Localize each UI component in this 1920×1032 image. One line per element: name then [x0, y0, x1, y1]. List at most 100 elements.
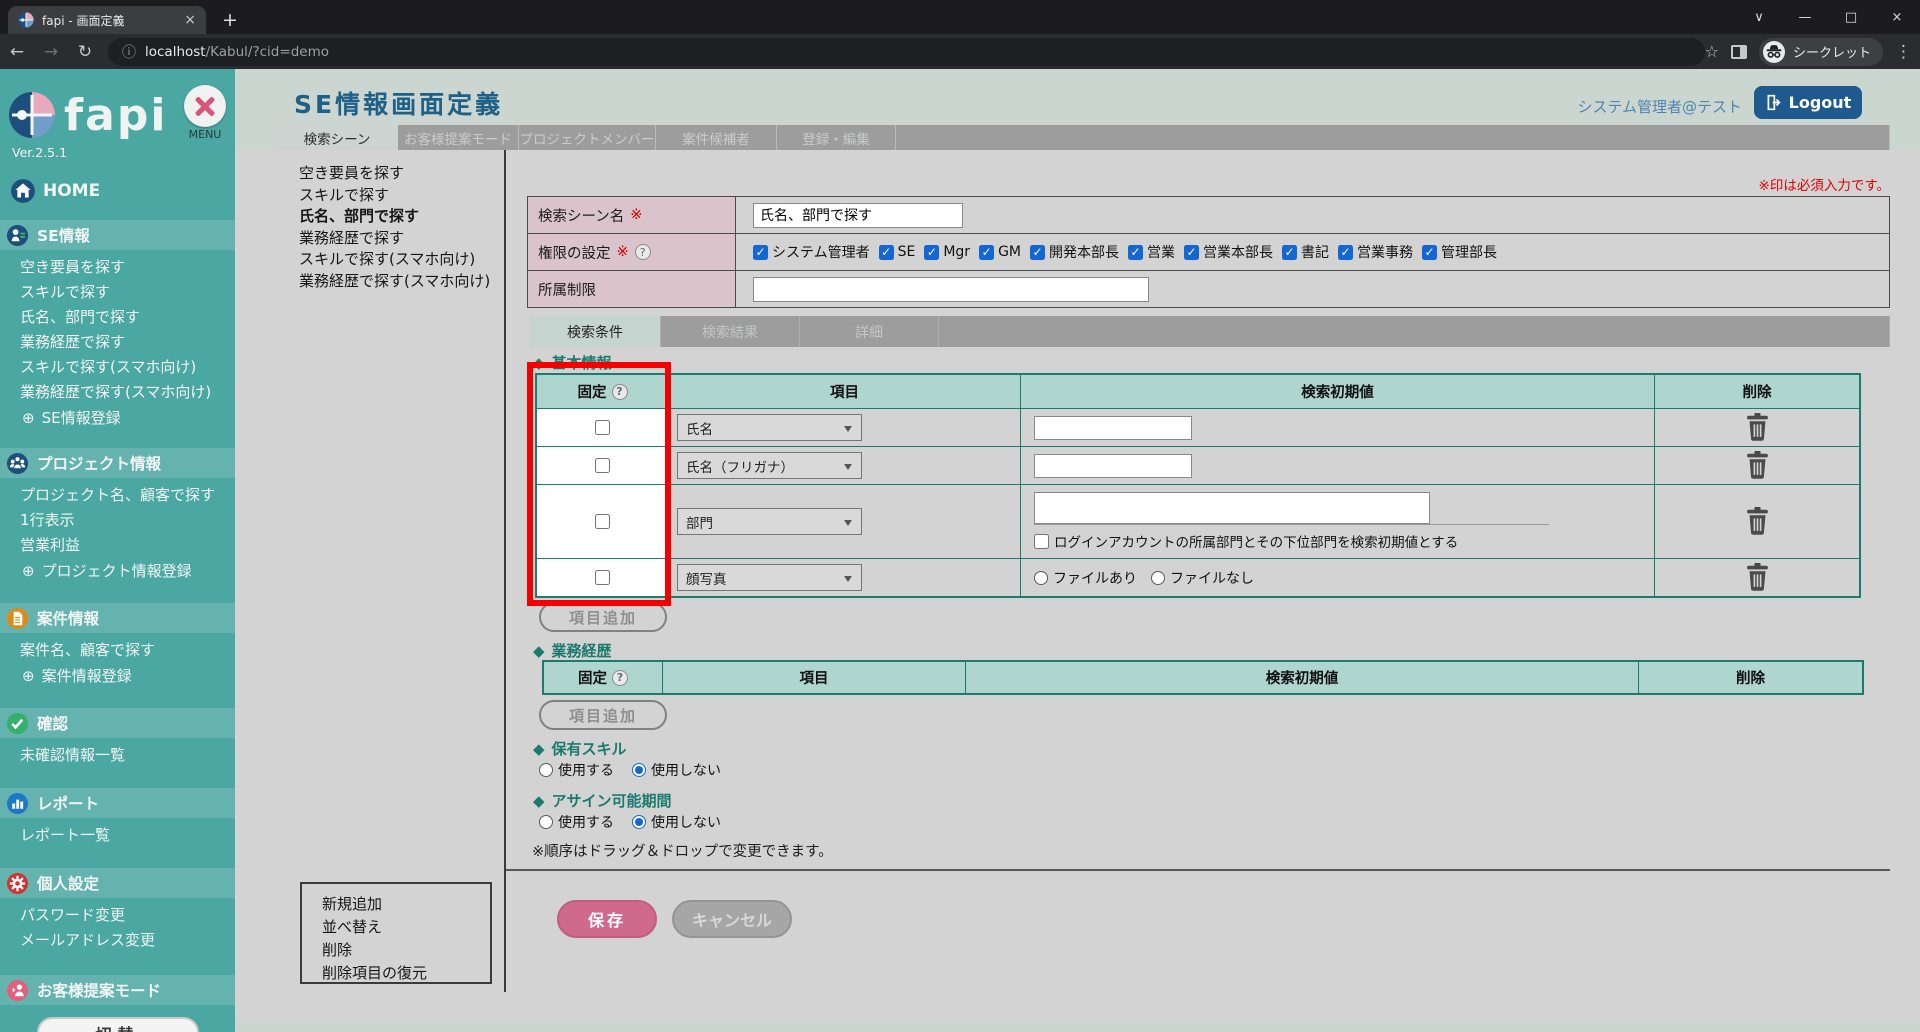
tab-case-candidate[interactable]: 案件候補者: [656, 125, 777, 150]
trash-icon[interactable]: [1745, 507, 1770, 536]
window-minimize-icon[interactable]: —: [1782, 0, 1828, 34]
fixed-checkbox[interactable]: [595, 420, 610, 435]
add-item-button-basic[interactable]: 項目追加: [539, 602, 667, 632]
sidebar-section-project-info[interactable]: プロジェクト情報: [0, 448, 235, 478]
initial-value-input[interactable]: [1034, 454, 1192, 478]
sidebar-item-one-line-view[interactable]: 1行表示: [0, 508, 235, 533]
bookmark-star-icon[interactable]: ☆: [1705, 42, 1719, 61]
sidebar-item-find-available[interactable]: 空き要員を探す: [0, 255, 235, 280]
trash-icon[interactable]: [1745, 413, 1770, 442]
scene-item[interactable]: スキルで探す(スマホ向け): [299, 249, 490, 271]
sidebar-item-find-by-career-mobile[interactable]: 業務経歴で探す(スマホ向け): [0, 380, 235, 405]
sidebar-item-find-case[interactable]: 案件名、顧客で探す: [0, 638, 235, 663]
window-menu-icon[interactable]: ∨: [1736, 0, 1782, 34]
site-info-icon[interactable]: ⓘ: [122, 42, 136, 62]
tab-customer-mode[interactable]: お客様提案モード: [398, 125, 519, 150]
scene-item-selected[interactable]: 氏名、部門で探す: [299, 206, 490, 228]
role-checkbox[interactable]: [1128, 245, 1143, 260]
tab-close-icon[interactable]: ×: [184, 12, 196, 28]
file-none-radio[interactable]: [1151, 571, 1165, 585]
sidebar-section-confirm[interactable]: 確認: [0, 708, 235, 738]
window-maximize-icon[interactable]: □: [1828, 0, 1874, 34]
help-icon[interactable]: ?: [612, 384, 628, 400]
initial-value-input[interactable]: [1034, 492, 1430, 524]
subtab-detail[interactable]: 詳細: [800, 316, 939, 347]
new-tab-button[interactable]: +: [216, 6, 244, 34]
subtab-search-condition[interactable]: 検索条件: [530, 316, 661, 347]
role-checkbox[interactable]: [1338, 245, 1353, 260]
assign-use-radio[interactable]: [539, 815, 553, 829]
sidebar-item-find-by-skill[interactable]: スキルで探す: [0, 280, 235, 305]
sidebar-item-home[interactable]: HOME: [0, 160, 235, 204]
sidebar-item-report-list[interactable]: レポート一覧: [0, 823, 235, 848]
sidebar-item-change-email[interactable]: メールアドレス変更: [0, 928, 235, 953]
file-exists-radio[interactable]: [1034, 571, 1048, 585]
fixed-checkbox[interactable]: [595, 514, 610, 529]
initial-value-input[interactable]: [1034, 416, 1192, 440]
action-delete[interactable]: 削除: [322, 939, 490, 962]
sidebar-item-project-register[interactable]: ⊕プロジェクト情報登録: [0, 558, 235, 585]
browser-menu-icon[interactable]: ⋮: [1895, 42, 1912, 62]
role-checkbox[interactable]: [979, 245, 994, 260]
help-icon[interactable]: ?: [612, 670, 628, 686]
window-close-icon[interactable]: ×: [1874, 0, 1920, 34]
sidebar-item-unconfirmed-list[interactable]: 未確認情報一覧: [0, 743, 235, 768]
tab-project-member[interactable]: プロジェクトメンバー: [519, 125, 656, 150]
add-item-button-career[interactable]: 項目追加: [539, 700, 667, 730]
sidebar-section-case-info[interactable]: 案件情報: [0, 603, 235, 633]
trash-icon[interactable]: [1745, 451, 1770, 480]
item-select[interactable]: 氏名（フリガナ）: [677, 452, 862, 479]
role-checkbox[interactable]: [1282, 245, 1297, 260]
role-checkbox[interactable]: [1422, 245, 1437, 260]
side-panel-icon[interactable]: [1731, 45, 1747, 59]
tab-register-edit[interactable]: 登録・編集: [777, 125, 896, 150]
menu-close-button[interactable]: MENU: [181, 85, 229, 141]
action-restore-deleted[interactable]: 削除項目の復元: [322, 962, 490, 985]
scene-item[interactable]: スキルで探す: [299, 185, 490, 207]
browser-tab[interactable]: fapi - 画面定義 ×: [8, 6, 206, 34]
trash-icon[interactable]: [1745, 563, 1770, 592]
save-button[interactable]: 保存: [557, 900, 657, 938]
restriction-input[interactable]: [753, 277, 1149, 302]
role-checkbox[interactable]: [1184, 245, 1199, 260]
skills-not-use-radio[interactable]: [632, 763, 646, 777]
role-checkbox[interactable]: [879, 245, 894, 260]
item-select[interactable]: 氏名: [677, 414, 862, 441]
sidebar-item-case-register[interactable]: ⊕案件情報登録: [0, 663, 235, 690]
cancel-button[interactable]: キャンセル: [672, 900, 792, 938]
role-checkbox[interactable]: [753, 245, 768, 260]
scene-item[interactable]: 業務経歴で探す(スマホ向け): [299, 271, 490, 293]
login-dept-checkbox[interactable]: [1034, 534, 1049, 549]
assign-not-use-radio[interactable]: [632, 815, 646, 829]
sidebar-item-operating-profit[interactable]: 営業利益: [0, 533, 235, 558]
help-icon[interactable]: ?: [635, 244, 651, 260]
scene-item[interactable]: 業務経歴で探す: [299, 228, 490, 250]
role-checkbox[interactable]: [1030, 245, 1045, 260]
fixed-checkbox[interactable]: [595, 458, 610, 473]
role-checkbox[interactable]: [924, 245, 939, 260]
logout-button[interactable]: Logout: [1754, 86, 1862, 119]
forward-icon[interactable]: →: [34, 42, 68, 62]
item-select[interactable]: 顔写真: [677, 564, 862, 591]
scene-item[interactable]: 空き要員を探す: [299, 163, 490, 185]
sidebar-section-customer-mode[interactable]: お客様提案モード: [0, 975, 235, 1005]
item-select[interactable]: 部門: [677, 508, 862, 535]
sidebar-section-personal[interactable]: 個人設定: [0, 868, 235, 898]
sidebar-section-se-info[interactable]: SE情報: [0, 220, 235, 250]
sidebar-item-find-by-skill-mobile[interactable]: スキルで探す(スマホ向け): [0, 355, 235, 380]
back-icon[interactable]: ←: [0, 42, 34, 62]
sidebar-item-find-project[interactable]: プロジェクト名、顧客で探す: [0, 483, 235, 508]
sidebar-item-se-register[interactable]: ⊕SE情報登録: [0, 405, 235, 432]
close-icon[interactable]: [184, 85, 226, 127]
skills-use-radio[interactable]: [539, 763, 553, 777]
sidebar-item-find-by-name-dept[interactable]: 氏名、部門で探す: [0, 305, 235, 330]
address-bar[interactable]: ⓘ localhost/Kabul/?cid=demo: [108, 38, 1705, 66]
switch-mode-button[interactable]: 切替: [37, 1017, 199, 1032]
reload-icon[interactable]: ↻: [68, 42, 102, 62]
tab-search-scene[interactable]: 検索シーン: [276, 125, 398, 150]
scene-name-input[interactable]: [753, 203, 963, 228]
sidebar-item-change-password[interactable]: パスワード変更: [0, 903, 235, 928]
fixed-checkbox[interactable]: [595, 570, 610, 585]
action-reorder[interactable]: 並べ替え: [322, 916, 490, 939]
sidebar-section-report[interactable]: レポート: [0, 788, 235, 818]
